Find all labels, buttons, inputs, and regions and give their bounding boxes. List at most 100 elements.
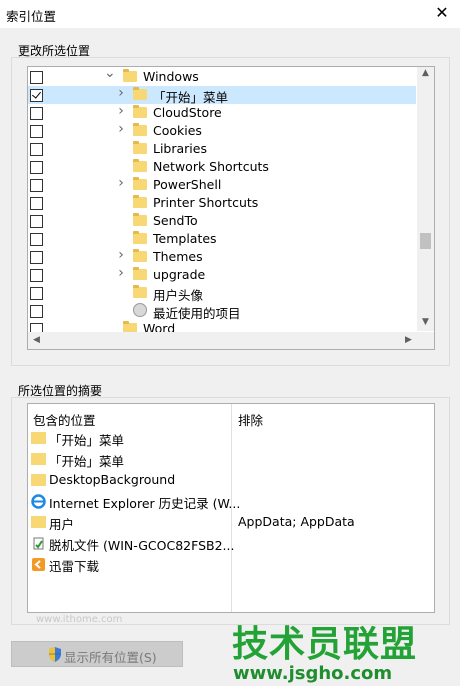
checkbox[interactable] bbox=[30, 287, 43, 300]
scroll-up-icon[interactable]: ▲ bbox=[417, 68, 434, 78]
folder-icon bbox=[31, 474, 46, 486]
folder-icon bbox=[123, 69, 137, 82]
folder-icon bbox=[133, 105, 147, 118]
summary-row-name: DesktopBackground bbox=[49, 472, 176, 487]
folder-icon bbox=[133, 159, 147, 172]
shield-icon bbox=[49, 647, 61, 662]
checkbox[interactable] bbox=[30, 179, 43, 192]
tree-row[interactable]: Libraries bbox=[28, 140, 416, 158]
checkbox[interactable] bbox=[30, 215, 43, 228]
folder-icon bbox=[133, 231, 147, 244]
chevron-right-icon[interactable]: › bbox=[116, 85, 126, 101]
ie-icon bbox=[31, 494, 46, 509]
folder-icon bbox=[133, 267, 147, 280]
thunder-download-icon bbox=[31, 557, 46, 571]
summary-row-name: 用户 bbox=[49, 517, 75, 532]
tree-row-label: Themes bbox=[153, 249, 203, 264]
tree-row[interactable]: ⌄ Windows bbox=[28, 67, 416, 86]
summary-row-excluded: AppData; AppData bbox=[238, 514, 355, 529]
summary-row[interactable]: DesktopBackground bbox=[28, 470, 428, 490]
watermark-logo: 技术员联盟 bbox=[232, 624, 418, 665]
scroll-down-icon[interactable]: ▼ bbox=[417, 317, 434, 327]
folder-icon bbox=[31, 453, 46, 465]
scroll-thumb[interactable] bbox=[420, 233, 431, 249]
show-all-label: 显示所有位置(S) bbox=[64, 650, 157, 665]
tree-row[interactable]: › PowerShell bbox=[28, 175, 416, 194]
checkbox[interactable] bbox=[30, 89, 43, 102]
scroll-left-icon[interactable]: ◀ bbox=[28, 335, 45, 345]
tree-row[interactable]: › 「开始」菜单 bbox=[28, 85, 416, 105]
recent-items-icon bbox=[133, 303, 147, 317]
folder-icon bbox=[133, 285, 147, 298]
tree-row[interactable]: › CloudStore bbox=[28, 103, 416, 122]
tree-row-label: Libraries bbox=[153, 141, 207, 156]
tree-horizontal-scrollbar[interactable]: ◀ ▶ bbox=[28, 332, 434, 349]
tree-row[interactable]: 用户头像 bbox=[28, 284, 416, 303]
chevron-right-icon[interactable]: › bbox=[116, 121, 126, 137]
tree-row-label: Windows bbox=[143, 69, 199, 84]
folder-icon bbox=[133, 141, 147, 154]
folder-tree[interactable]: ⌄ Windows › 「开始」菜单 › CloudStore › Cookies Librar… bbox=[27, 66, 435, 350]
folder-icon bbox=[133, 249, 147, 262]
chevron-right-icon[interactable]: › bbox=[116, 103, 126, 119]
summary-row[interactable]: 「开始」菜单 bbox=[28, 449, 428, 469]
tree-row-label: Templates bbox=[153, 231, 217, 246]
chevron-down-icon[interactable]: ⌄ bbox=[104, 67, 116, 81]
tree-row[interactable]: › Themes bbox=[28, 247, 416, 266]
summary-row[interactable]: 用户 AppData; AppData bbox=[28, 512, 428, 532]
tree-row-label: Network Shortcuts bbox=[153, 159, 269, 174]
summary-row[interactable]: 「开始」菜单 bbox=[28, 428, 428, 448]
tree-row[interactable]: SendTo bbox=[28, 212, 416, 230]
window-title: 索引位置 bbox=[6, 9, 57, 24]
title-bar: 索引位置 ✕ bbox=[0, 0, 460, 28]
chevron-right-icon[interactable]: › bbox=[116, 265, 126, 281]
summary-row-name: Internet Explorer 历史记录 (W... bbox=[49, 496, 241, 511]
tree-row-label: Printer Shortcuts bbox=[153, 195, 259, 210]
summary-row-name: 「开始」菜单 bbox=[49, 454, 125, 469]
tree-row-label: Cookies bbox=[153, 123, 202, 138]
summary-row-name: 「开始」菜单 bbox=[49, 433, 125, 448]
checkbox[interactable] bbox=[30, 161, 43, 174]
tree-row-label: CloudStore bbox=[153, 105, 222, 120]
checkbox[interactable] bbox=[30, 125, 43, 138]
tree-row-label: PowerShell bbox=[153, 177, 222, 192]
summary-row[interactable]: 脱机文件 (WIN-GCOC82FSB2... bbox=[28, 533, 428, 553]
watermark-url: www.jsgho.com bbox=[233, 663, 393, 684]
tree-row[interactable]: Printer Shortcuts bbox=[28, 194, 416, 212]
offline-files-icon bbox=[31, 536, 46, 550]
tree-row[interactable]: Network Shortcuts bbox=[28, 158, 416, 176]
folder-icon bbox=[133, 87, 147, 100]
summary-list[interactable]: 包含的位置 排除 「开始」菜单 「开始」菜单 DesktopBackground In… bbox=[27, 403, 435, 613]
column-header-excluded[interactable]: 排除 bbox=[238, 410, 263, 429]
summary-row-name: 迅雷下载 bbox=[49, 559, 100, 574]
checkbox[interactable] bbox=[30, 143, 43, 156]
chevron-right-icon[interactable]: › bbox=[116, 247, 126, 263]
checkbox[interactable] bbox=[30, 233, 43, 246]
folder-icon bbox=[133, 177, 147, 190]
tree-row-label: upgrade bbox=[153, 267, 206, 282]
checkbox[interactable] bbox=[30, 269, 43, 282]
show-all-locations-button[interactable]: 显示所有位置(S) bbox=[11, 641, 183, 667]
tree-row[interactable]: Templates bbox=[28, 230, 416, 248]
scroll-right-icon[interactable]: ▶ bbox=[400, 335, 417, 345]
folder-icon bbox=[133, 195, 147, 208]
checkbox[interactable] bbox=[30, 305, 43, 318]
checkbox[interactable] bbox=[30, 197, 43, 210]
tree-vertical-scrollbar[interactable]: ▲ ▼ bbox=[417, 67, 434, 331]
tree-row[interactable]: › upgrade bbox=[28, 265, 416, 284]
watermark-small: www.ithome.com bbox=[36, 614, 123, 625]
summary-row[interactable]: 迅雷下载 bbox=[28, 554, 428, 574]
checkbox[interactable] bbox=[30, 107, 43, 120]
tree-row-label: SendTo bbox=[153, 213, 198, 228]
folder-icon bbox=[31, 516, 46, 528]
folder-icon bbox=[31, 432, 46, 444]
column-header-included[interactable]: 包含的位置 bbox=[33, 410, 96, 429]
checkbox[interactable] bbox=[30, 251, 43, 264]
summary-row[interactable]: Internet Explorer 历史记录 (W... bbox=[28, 491, 428, 511]
close-icon[interactable]: ✕ bbox=[432, 3, 452, 23]
checkbox[interactable] bbox=[30, 71, 43, 84]
tree-row[interactable]: › Cookies bbox=[28, 121, 416, 140]
chevron-right-icon[interactable]: › bbox=[116, 175, 126, 191]
folder-icon bbox=[133, 123, 147, 136]
tree-row[interactable]: 最近使用的项目 bbox=[28, 302, 416, 321]
